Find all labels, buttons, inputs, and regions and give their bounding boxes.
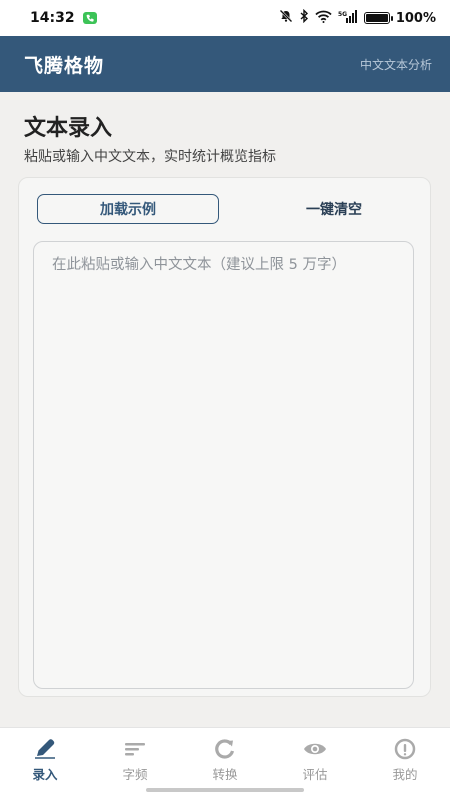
- info-icon: [393, 738, 417, 760]
- status-bar: 14:32 5G 100%: [0, 0, 450, 36]
- phone-call-icon: [82, 12, 97, 24]
- status-indicators: 5G 100%: [279, 8, 436, 27]
- pencil-icon: [33, 738, 57, 760]
- nav-item-profile[interactable]: 我的: [360, 728, 450, 800]
- lines-icon: [123, 738, 147, 760]
- nav-label: 录入: [32, 767, 58, 782]
- nav-label: 评估: [302, 767, 328, 782]
- app-bar: 飞腾格物 中文文本分析: [0, 36, 450, 92]
- refresh-icon: [213, 738, 237, 760]
- app-title: 飞腾格物: [24, 54, 105, 77]
- app-subtitle: 中文文本分析: [359, 57, 432, 72]
- svg-text:5G: 5G: [338, 11, 347, 18]
- battery-percent: 100%: [395, 10, 436, 26]
- nav-label: 转换: [212, 767, 238, 782]
- clear-all-button[interactable]: 一键清空: [259, 194, 409, 224]
- mute-icon: [279, 9, 293, 27]
- bluetooth-icon: [299, 8, 309, 27]
- cellular-signal-icon: 5G: [338, 9, 358, 27]
- nav-label: 字频: [122, 767, 148, 782]
- page-description: 粘贴或输入中文文本，实时统计概览指标: [24, 149, 276, 165]
- eye-icon: [303, 738, 327, 760]
- home-indicator[interactable]: [146, 788, 304, 792]
- page-title: 文本录入: [24, 116, 113, 141]
- battery-icon: [363, 12, 393, 24]
- load-example-button[interactable]: 加载示例: [37, 194, 219, 224]
- text-input-card: 加载示例 一键清空: [18, 177, 431, 697]
- wifi-icon: [315, 10, 332, 27]
- nav-label: 我的: [392, 767, 418, 782]
- nav-item-input[interactable]: 录入: [0, 728, 90, 800]
- status-time: 14:32: [30, 10, 75, 26]
- text-input-area[interactable]: [33, 241, 414, 689]
